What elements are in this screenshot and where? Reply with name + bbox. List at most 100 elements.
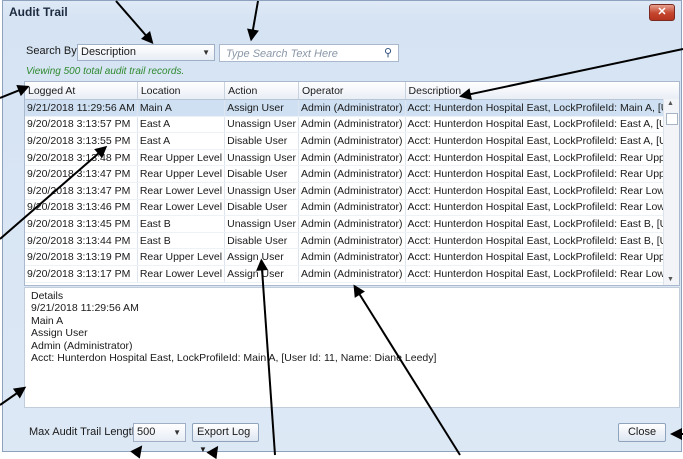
details-line: Assign User — [31, 327, 88, 340]
table-cell: 9/20/2018 3:13:48 PM — [25, 149, 138, 167]
details-line: Admin (Administrator) — [31, 339, 133, 352]
column-header-description[interactable]: Description — [405, 82, 679, 100]
table-cell: Acct: Hunterdon Hospital East, LockProfi… — [405, 149, 679, 167]
search-field[interactable]: ⚲ — [219, 44, 399, 62]
table-cell: Admin (Administrator) — [298, 165, 406, 183]
table-cell: Rear Lower Level — [137, 265, 226, 283]
table-cell: 9/20/2018 3:13:55 PM — [25, 132, 138, 150]
scroll-up-icon[interactable]: ▲ — [667, 100, 674, 107]
column-header-location[interactable]: Location — [137, 82, 226, 100]
table-cell: Rear Upper Level — [137, 165, 226, 183]
grid-header-row: Logged At Location Action Operator Descr… — [25, 82, 679, 100]
table-cell: Acct: Hunterdon Hospital East, LockProfi… — [405, 215, 679, 233]
max-length-value: 500 — [137, 426, 156, 438]
table-cell: Disable User — [224, 232, 299, 250]
annotation-arrow — [672, 433, 683, 435]
table-cell: Acct: Hunterdon Hospital East, LockProfi… — [405, 248, 679, 266]
table-row[interactable]: 9/20/2018 3:13:48 PM Rear Upper Level Unas… — [25, 149, 679, 167]
close-button-label: Close — [627, 426, 657, 438]
table-cell: East B — [137, 232, 226, 250]
table-row[interactable]: 9/20/2018 3:13:57 PM East A Unassign User A… — [25, 116, 679, 134]
column-header-action[interactable]: Action — [224, 82, 299, 100]
table-cell: Admin (Administrator) — [298, 182, 406, 200]
table-cell: Rear Lower Level — [137, 182, 226, 200]
table-cell: Admin (Administrator) — [298, 149, 406, 167]
search-by-label: Search By: — [26, 45, 80, 57]
table-row[interactable]: 9/20/2018 3:13:45 PM East B Unassign User A… — [25, 215, 679, 233]
table-cell: Disable User — [224, 165, 299, 183]
search-icon[interactable]: ⚲ — [384, 46, 392, 59]
table-cell: Admin (Administrator) — [298, 199, 406, 217]
table-cell: Disable User — [224, 132, 299, 150]
table-cell: Admin (Administrator) — [298, 116, 406, 134]
table-cell: Acct: Hunterdon Hospital East, LockProfi… — [405, 116, 679, 134]
table-cell: Rear Upper Level — [137, 149, 226, 167]
table-cell: Acct: Hunterdon Hospital East, LockProfi… — [405, 199, 679, 217]
table-row[interactable]: 9/20/2018 3:13:47 PM Rear Upper Level Disa… — [25, 165, 679, 183]
table-cell: 9/21/2018 11:29:56 AM — [25, 99, 138, 117]
table-cell: Unassign User — [224, 215, 299, 233]
table-cell: 9/20/2018 3:13:45 PM — [25, 215, 138, 233]
table-cell: 9/20/2018 3:13:17 PM — [25, 265, 138, 283]
table-cell: Acct: Hunterdon Hospital East, LockProfi… — [405, 232, 679, 250]
table-cell: Rear Upper Level — [137, 248, 226, 266]
annotation-arrow — [211, 446, 218, 456]
table-cell: Unassign User — [224, 149, 299, 167]
table-cell: 9/20/2018 3:13:57 PM — [25, 116, 138, 134]
chevron-down-icon: ▼ — [173, 428, 181, 437]
search-input[interactable] — [224, 46, 378, 62]
chevron-down-icon: ▼ — [202, 48, 210, 57]
table-row[interactable]: 9/20/2018 3:13:44 PM East B Disable User Ad… — [25, 232, 679, 250]
search-by-value: Description — [81, 46, 137, 58]
table-cell: Admin (Administrator) — [298, 99, 406, 117]
table-cell: Assign User — [224, 99, 299, 117]
table-cell: 9/20/2018 3:13:19 PM — [25, 248, 138, 266]
table-row[interactable]: 9/20/2018 3:13:19 PM Rear Upper Level Assi… — [25, 248, 679, 266]
table-cell: Admin (Administrator) — [298, 232, 406, 250]
audit-grid: Logged At Location Action Operator Descr… — [24, 81, 680, 286]
table-cell: Acct: Hunterdon Hospital East, LockProfi… — [405, 99, 679, 117]
window-close-button[interactable]: ✕ — [649, 4, 675, 21]
grid-scrollbar[interactable]: ▲ ▼ — [663, 99, 679, 285]
record-count-status: Viewing 500 total audit trail records. — [26, 66, 185, 77]
table-cell: Rear Lower Level — [137, 199, 226, 217]
table-cell: Admin (Administrator) — [298, 265, 406, 283]
table-cell: East A — [137, 116, 226, 134]
scroll-down-icon[interactable]: ▼ — [667, 276, 674, 283]
table-cell: Acct: Hunterdon Hospital East, LockProfi… — [405, 265, 679, 283]
export-log-label: Export Log — [197, 426, 251, 438]
table-cell: 9/20/2018 3:13:44 PM — [25, 232, 138, 250]
column-header-logged-at[interactable]: Logged At — [25, 82, 138, 100]
window-title: Audit Trail — [9, 5, 68, 19]
details-line: 9/21/2018 11:29:56 AM — [31, 302, 139, 315]
table-cell: Acct: Hunterdon Hospital East, LockProfi… — [405, 132, 679, 150]
details-line: Main A — [31, 314, 64, 327]
table-cell: Acct: Hunterdon Hospital East, LockProfi… — [405, 182, 679, 200]
table-row[interactable]: 9/20/2018 3:13:17 PM Rear Lower Level Assi… — [25, 265, 679, 283]
close-icon: ✕ — [657, 6, 667, 18]
max-length-label: Max Audit Trail Length — [29, 426, 138, 438]
table-row[interactable]: 9/20/2018 3:13:46 PM Rear Lower Level Disa… — [25, 199, 679, 217]
table-cell: Admin (Administrator) — [298, 248, 406, 266]
max-length-select[interactable]: 500 ▼ — [133, 423, 186, 442]
table-row[interactable]: 9/20/2018 3:13:47 PM Rear Lower Level Unas… — [25, 182, 679, 200]
table-cell: 9/20/2018 3:13:47 PM — [25, 182, 138, 200]
title-bar: Audit Trail ✕ — [3, 1, 681, 23]
table-cell: Unassign User — [224, 116, 299, 134]
table-cell: East A — [137, 132, 226, 150]
details-line: Acct: Hunterdon Hospital East, LockProfi… — [31, 352, 437, 365]
annotation-arrow — [134, 446, 142, 456]
table-cell: Unassign User — [224, 182, 299, 200]
table-cell: Admin (Administrator) — [298, 215, 406, 233]
table-cell: East B — [137, 215, 226, 233]
table-row[interactable]: 9/20/2018 3:13:55 PM East A Disable User Ad… — [25, 132, 679, 150]
column-header-operator[interactable]: Operator — [298, 82, 406, 100]
search-by-select[interactable]: Description ▼ — [77, 44, 215, 61]
scrollbar-thumb[interactable] — [666, 113, 678, 125]
table-cell: Disable User — [224, 199, 299, 217]
table-cell: Acct: Hunterdon Hospital East, LockProfi… — [405, 165, 679, 183]
export-log-button[interactable]: Export Log ▼ — [192, 423, 259, 454]
close-button[interactable]: Close — [618, 423, 666, 442]
details-panel: Details 9/21/2018 11:29:56 AM Main A Ass… — [24, 287, 680, 408]
table-row[interactable]: 9/21/2018 11:29:56 AM Main A Assign User Ad… — [25, 99, 679, 117]
